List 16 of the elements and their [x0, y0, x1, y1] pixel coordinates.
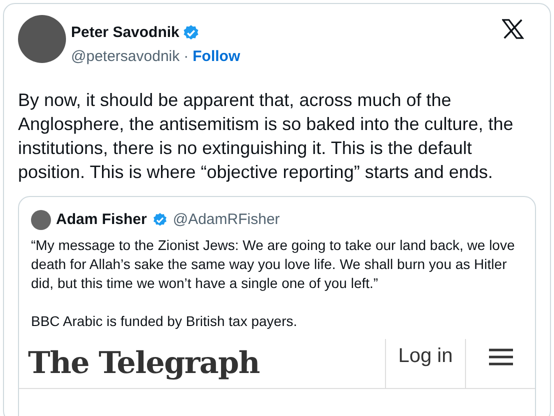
author-handle: @petersavodnik: [71, 46, 180, 66]
separator-dot: ·: [184, 46, 189, 66]
newspaper-logo: The Telegraph: [28, 344, 260, 382]
follow-link[interactable]: Follow: [192, 46, 240, 68]
quoted-tweet-text: BBC Arabic is funded by British tax payers.: [31, 312, 298, 330]
tweet-text: By now, it should be apparent that, across much of the Anglosphere, the antisemitism is so baked into the culture, the institutions, there is no extinguishing it. This is the default position. This is where “objective reporting” starts and ends.: [18, 89, 514, 184]
quoted-tweet-text: “My message to the Zionist Jews: We are going to take our land back, we love death for Allah’s sake the same way you love life. We shall burn you as Hitler did, but this time we won’t have a single one of you left.”: [31, 236, 516, 292]
quoted-tweet-card[interactable]: [18, 196, 536, 416]
quoted-author-handle: @AdamRFisher: [172, 210, 280, 230]
quoted-avatar-photo-placeholder: [31, 210, 51, 230]
avatar-photo-placeholder: [18, 15, 66, 63]
login-link: Log in: [398, 344, 453, 368]
quoted-author-name: Adam Fisher: [56, 210, 147, 230]
menu-icon: [486, 346, 514, 366]
x-logo-icon[interactable]: [502, 19, 524, 39]
author-name: Peter Savodnik: [71, 23, 180, 43]
